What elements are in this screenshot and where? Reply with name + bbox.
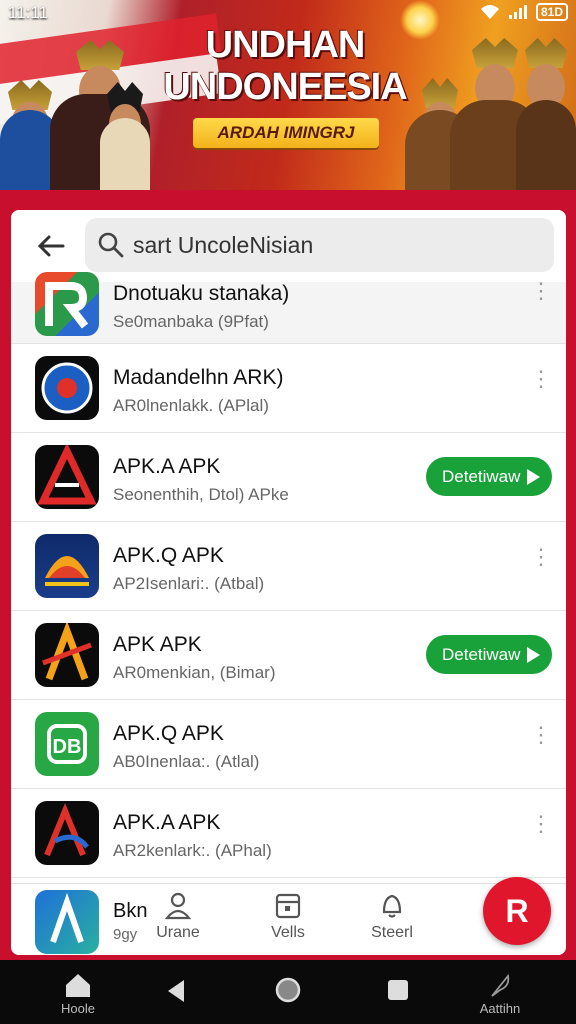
app-name: Dnotuaku stanaka): [113, 282, 290, 305]
app-name: APK APK: [113, 633, 202, 656]
play-icon: [527, 469, 540, 485]
feather-icon: [491, 973, 510, 997]
more-options-icon[interactable]: ⋮: [530, 368, 552, 404]
app-name: Bkn: [113, 900, 148, 922]
app-subtitle: AR0lnenlakk. (APlal): [113, 396, 269, 415]
recents-nav-button[interactable]: [386, 978, 410, 1005]
nav-extra-label: Aattihn: [479, 1001, 521, 1016]
back-nav-button[interactable]: [164, 978, 188, 1007]
app-subtitle: 9gy: [113, 926, 138, 943]
tab-profile[interactable]: Urane: [143, 890, 213, 942]
list-item[interactable]: APK.Q APK AP2Isenlari:. (Atbal) ⋮: [11, 522, 566, 611]
app-subtitle: Se0manbaka (9Pfat): [113, 312, 269, 331]
app-icon: [35, 623, 99, 687]
search-input[interactable]: sart UncoleNisian: [85, 218, 554, 272]
app-subtitle: AP2Isenlari:. (Atbal): [113, 574, 265, 593]
more-options-icon[interactable]: ⋮: [530, 813, 552, 849]
signal-icon: [508, 5, 527, 19]
wifi-icon: [480, 5, 499, 19]
home-icon: [66, 974, 90, 997]
app-list: Dnotuaku stanaka) Se0manbaka (9Pfat) ⋮ M…: [11, 272, 566, 878]
app-subtitle: AB0Inenlaa:. (Atlal): [113, 752, 260, 771]
back-arrow-icon[interactable]: [33, 228, 69, 264]
tab-label: Vells: [271, 924, 305, 941]
download-button[interactable]: Detetiwaw: [426, 635, 552, 674]
more-options-icon[interactable]: ⋮: [530, 280, 552, 316]
app-name: APK.A APK: [113, 455, 221, 478]
search-query: sart UncoleNisian: [133, 232, 314, 258]
status-bar: 11:11 81D: [0, 0, 576, 26]
home-circle-icon: [275, 977, 301, 1003]
app-icon: DB: [35, 712, 99, 776]
app-name: APK.Q APK: [113, 722, 224, 745]
app-icon[interactable]: [35, 890, 99, 954]
search-icon: [98, 232, 124, 258]
floating-action-button[interactable]: R: [483, 877, 551, 945]
nav-extra[interactable]: Aattihn: [474, 972, 526, 1016]
app-icon: [35, 445, 99, 509]
system-nav-bar: Hoole Aattihn: [0, 960, 576, 1024]
app-icon: [35, 356, 99, 420]
person-figure: [516, 20, 576, 190]
app-icon: [35, 801, 99, 865]
battery-icon: 81D: [535, 3, 568, 21]
list-item[interactable]: APK.A APK Seonenthih, Dtol) APke Detetiw…: [11, 433, 566, 522]
download-label: Detetiwaw: [442, 467, 521, 486]
list-item[interactable]: APK.A APK AR2kenlark:. (APhal) ⋮: [11, 789, 566, 878]
svg-text:DB: DB: [53, 736, 82, 758]
list-item[interactable]: DB APK.Q APK AB0Inenlaa:. (Atlal) ⋮: [11, 700, 566, 789]
search-header: sart UncoleNisian: [11, 210, 566, 282]
search-results-panel: sart UncoleNisian Dnotuaku stanaka) Se0m…: [11, 210, 566, 955]
list-item[interactable]: Madandelhn ARK) AR0lnenlakk. (APlal) ⋮: [11, 344, 566, 433]
banner-title: UNDHAN UNDONEESIA: [163, 24, 407, 108]
app-subtitle: Seonenthih, Dtol) APke: [113, 485, 289, 504]
list-item[interactable]: APK APK AR0menkian, (Bimar) Detetiwaw: [11, 611, 566, 700]
profile-icon: [164, 892, 192, 920]
app-icon: [35, 534, 99, 598]
status-time: 11:11: [8, 3, 49, 22]
app-subtitle: AR0menkian, (Bimar): [113, 663, 276, 682]
app-name: Madandelhn ARK): [113, 366, 284, 389]
more-options-icon[interactable]: ⋮: [530, 724, 552, 760]
tab-vells[interactable]: Vells: [253, 890, 323, 942]
play-icon: [527, 647, 540, 663]
app-icon: [35, 272, 99, 336]
app-name: APK.A APK: [113, 811, 221, 834]
tab-steerl[interactable]: Steerl: [357, 890, 427, 942]
nav-home-label: Hoole: [61, 1001, 95, 1016]
nav-home[interactable]: Hoole: [56, 972, 100, 1016]
download-button[interactable]: Detetiwaw: [426, 457, 552, 496]
app-subtitle: AR2kenlark:. (APhal): [113, 841, 272, 860]
recents-square-icon: [388, 980, 408, 1000]
bell-icon: [382, 894, 402, 918]
list-item[interactable]: Dnotuaku stanaka) Se0manbaka (9Pfat) ⋮: [11, 272, 566, 344]
calendar-icon: [275, 893, 301, 919]
status-icons: 81D: [480, 3, 568, 21]
banner-subtitle: ARDAH IMINGRJ: [193, 118, 379, 148]
app-name: APK.Q APK: [113, 544, 224, 567]
download-label: Detetiwaw: [442, 645, 521, 664]
tab-label: Urane: [156, 924, 200, 941]
back-triangle-icon: [168, 980, 184, 1002]
promo-banner[interactable]: UNDHAN UNDONEESIA ARDAH IMINGRJ 11:11 81…: [0, 0, 576, 190]
home-nav-button[interactable]: [274, 976, 302, 1007]
more-options-icon[interactable]: ⋮: [530, 546, 552, 582]
tab-label: Steerl: [371, 924, 413, 941]
